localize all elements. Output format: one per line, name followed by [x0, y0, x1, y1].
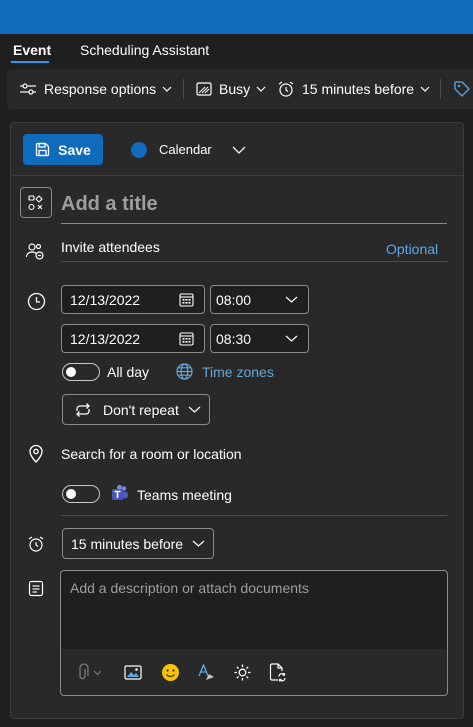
save-label: Save [58, 141, 91, 158]
insert-picture-button[interactable] [122, 661, 144, 683]
all-day-toggle[interactable] [62, 363, 100, 381]
chevron-down-icon [256, 86, 266, 92]
attach-file-button[interactable] [75, 661, 107, 683]
event-type-icon [28, 194, 43, 210]
clock-icon [26, 291, 46, 311]
reminder-label: 15 minutes before [71, 535, 184, 552]
text-format-button[interactable] [195, 661, 217, 683]
notes-icon [26, 578, 46, 598]
chevron-down-icon [232, 146, 246, 154]
calendar-color-dot [131, 141, 147, 158]
start-date-field[interactable]: 12/13/2022 [61, 285, 205, 314]
all-day-label: All day [107, 364, 150, 380]
end-time-value: 08:30 [216, 330, 252, 347]
tab-scheduling-assistant[interactable]: Scheduling Assistant [80, 42, 209, 58]
active-tab-indicator [11, 61, 49, 63]
section-divider [61, 515, 447, 516]
immersive-reader-button[interactable] [231, 661, 253, 683]
optional-attendees-link[interactable]: Optional [386, 241, 438, 257]
busy-status-icon [196, 82, 212, 96]
chevron-down-icon [162, 86, 172, 92]
globe-icon [175, 362, 193, 380]
alarm-clock-icon [26, 534, 46, 554]
response-options-button[interactable]: Response options [19, 69, 172, 109]
end-date-field[interactable]: 12/13/2022 [61, 324, 205, 353]
location-input[interactable]: Search for a room or location [61, 446, 242, 462]
tag-icon [454, 81, 470, 97]
start-time-value: 08:00 [216, 291, 252, 308]
categorize-button[interactable] [453, 69, 471, 109]
tab-event[interactable]: Event [13, 42, 51, 58]
chevron-down-icon [420, 86, 430, 92]
calendar-selector[interactable]: Calendar [131, 134, 246, 165]
reminder-dropdown[interactable]: 15 minutes before [62, 528, 214, 559]
response-options-icon [20, 83, 36, 95]
format-text-icon [197, 662, 214, 680]
chevron-down-icon [285, 335, 308, 342]
reminder-toolbar-button[interactable]: 15 minutes before [277, 69, 430, 109]
toggle-knob [66, 489, 76, 499]
alarm-clock-icon [278, 81, 294, 97]
invite-attendees-input[interactable]: Invite attendees [61, 239, 160, 255]
insert-emoji-button[interactable] [159, 661, 181, 683]
toolbar-divider [440, 79, 441, 99]
description-toolbar [61, 648, 447, 695]
chevron-down-icon [285, 296, 308, 303]
repeat-dropdown[interactable]: Don't repeat [62, 394, 210, 425]
image-icon [124, 664, 142, 680]
event-form-header: Save Calendar [11, 123, 463, 176]
document-sync-icon [269, 662, 286, 681]
start-date-value: 12/13/2022 [70, 291, 141, 308]
event-form-card: Save Calendar Invite attendees Optional … [10, 122, 464, 719]
start-time-dropdown[interactable]: 08:00 [210, 285, 309, 314]
title-input[interactable] [61, 185, 447, 224]
attendees-icon [25, 241, 45, 261]
save-icon [35, 142, 50, 157]
paperclip-icon [79, 663, 102, 680]
response-options-label: Response options [44, 81, 157, 97]
location-pin-icon [26, 443, 46, 463]
show-as-button[interactable]: Busy [196, 69, 266, 109]
attendees-underline [61, 261, 447, 262]
reminder-toolbar-label: 15 minutes before [302, 81, 415, 97]
toolbar-divider [183, 79, 184, 99]
emoji-icon [161, 663, 179, 681]
chevron-down-icon [188, 406, 201, 413]
toggle-knob [66, 367, 76, 377]
teams-meeting-label: Teams meeting [137, 487, 232, 503]
description-editor[interactable]: Add a description or attach documents [60, 570, 448, 696]
loop-component-button[interactable] [267, 661, 289, 683]
save-button[interactable]: Save [23, 134, 103, 165]
end-date-value: 12/13/2022 [70, 330, 141, 347]
calendar-picker-icon[interactable] [179, 331, 204, 346]
calendar-picker-icon[interactable] [179, 292, 204, 307]
calendar-label: Calendar [159, 142, 212, 157]
repeat-label: Don't repeat [103, 401, 179, 418]
chevron-down-icon [192, 540, 205, 547]
app-top-bar [0, 0, 473, 34]
teams-meeting-toggle[interactable] [62, 485, 100, 503]
time-zones-link[interactable]: Time zones [202, 364, 274, 380]
show-as-label: Busy [219, 81, 251, 97]
repeat-icon [76, 402, 90, 417]
sun-icon [234, 664, 250, 680]
event-type-button[interactable] [20, 187, 52, 218]
tab-bar: Event Scheduling Assistant [0, 34, 473, 66]
event-toolbar: Response options Busy 15 minutes before [7, 69, 473, 109]
description-placeholder: Add a description or attach documents [70, 580, 309, 596]
end-time-dropdown[interactable]: 08:30 [210, 324, 309, 353]
teams-icon [111, 484, 129, 502]
